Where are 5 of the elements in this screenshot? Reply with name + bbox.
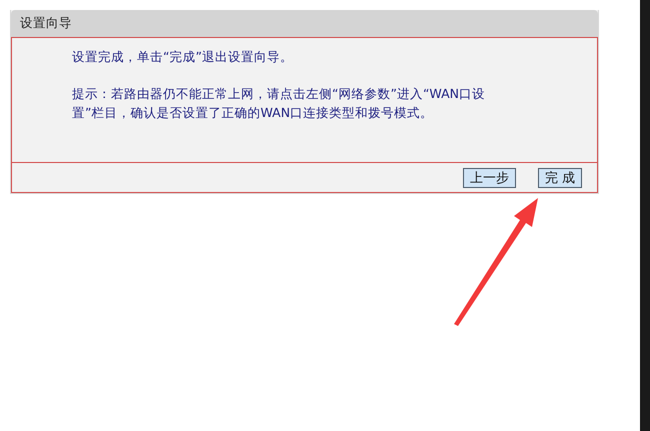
- hint-text: 提示：若路由器仍不能正常上网，请点击左侧“网络参数”进入“WAN口设 置”栏目，确认是否设置了正确的WAN口连接类型和拨号模式。: [72, 85, 486, 122]
- panel-title: 设置向导: [20, 15, 72, 32]
- wizard-button[interactable]: 上一步: [462, 168, 516, 188]
- message-text: 设置完成，单击“完成”退出设置向导。: [72, 48, 294, 66]
- wizard-button[interactable]: 完 成: [538, 168, 582, 188]
